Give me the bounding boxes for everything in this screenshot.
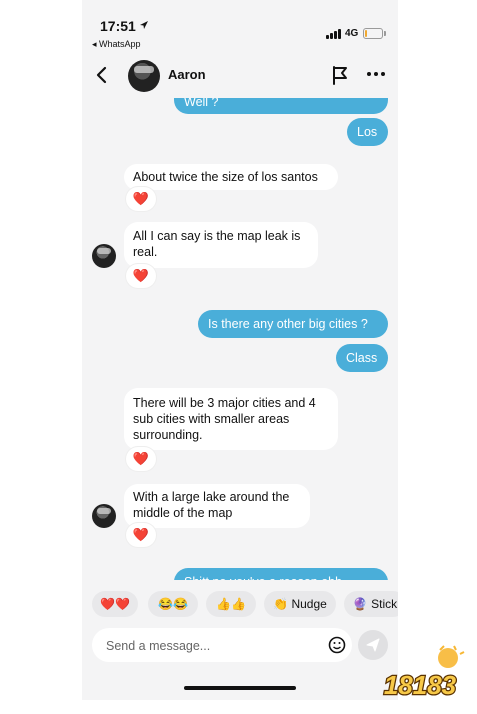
message-outgoing: Well ? (174, 98, 388, 114)
quick-reply-sticker[interactable]: 🔮 Stick (344, 591, 398, 617)
contact-name[interactable]: Aaron (168, 67, 206, 82)
contact-avatar-small (92, 244, 116, 268)
status-bar: 17:51 ◂ WhatsApp 4G (82, 0, 398, 52)
quick-reply-laughing[interactable]: 😂😂 (148, 591, 198, 617)
quick-replies-bar: ❤️❤️ 😂😂 👍👍 👏 Nudge 🔮 Stick (82, 591, 398, 619)
phone-screen: 17:51 ◂ WhatsApp 4G Aaron Well ? Los Abo… (82, 0, 398, 700)
heart-reaction[interactable]: ❤️ (126, 264, 156, 288)
more-options-icon[interactable] (365, 64, 387, 84)
back-to-app-link[interactable]: ◂ WhatsApp (92, 39, 141, 50)
location-arrow-icon (140, 21, 148, 29)
heart-reaction[interactable]: ❤️ (126, 523, 156, 547)
quick-reply-thumbs-up[interactable]: 👍👍 (206, 591, 256, 617)
message-incoming: About twice the size of los santos (124, 164, 338, 190)
svg-text:18183: 18183 (384, 670, 457, 700)
battery-icon (363, 28, 386, 39)
emoji-icon[interactable] (328, 636, 346, 654)
quick-reply-nudge[interactable]: 👏 Nudge (264, 591, 336, 617)
message-input[interactable] (104, 628, 308, 664)
home-indicator (184, 686, 296, 690)
message-incoming: All I can say is the map leak is real. (124, 222, 318, 268)
clock: 17:51 (100, 18, 136, 34)
signal-icon (326, 28, 344, 39)
contact-avatar[interactable] (128, 60, 160, 92)
message-composer (92, 628, 352, 664)
chat-header: Aaron (82, 52, 398, 98)
message-incoming: With a large lake around the middle of t… (124, 484, 310, 528)
heart-reaction[interactable]: ❤️ (126, 187, 156, 211)
heart-reaction[interactable]: ❤️ (126, 447, 156, 471)
message-outgoing: Is there any other big cities ? (198, 310, 388, 338)
back-arrow-icon[interactable] (92, 62, 112, 88)
message-incoming: There will be 3 major cities and 4 sub c… (124, 388, 338, 450)
site-watermark-logo: 18183 (383, 645, 465, 701)
message-outgoing: Los (347, 118, 388, 146)
message-outgoing: Shitt no you've a reason ebb... (174, 568, 388, 580)
message-outgoing: Class (336, 344, 388, 372)
contact-avatar-small (92, 504, 116, 528)
quick-reply-hearts[interactable]: ❤️❤️ (92, 591, 138, 617)
network-type: 4G (345, 28, 359, 39)
message-list[interactable]: Well ? Los About twice the size of los s… (82, 98, 398, 580)
flag-icon[interactable] (330, 64, 350, 86)
